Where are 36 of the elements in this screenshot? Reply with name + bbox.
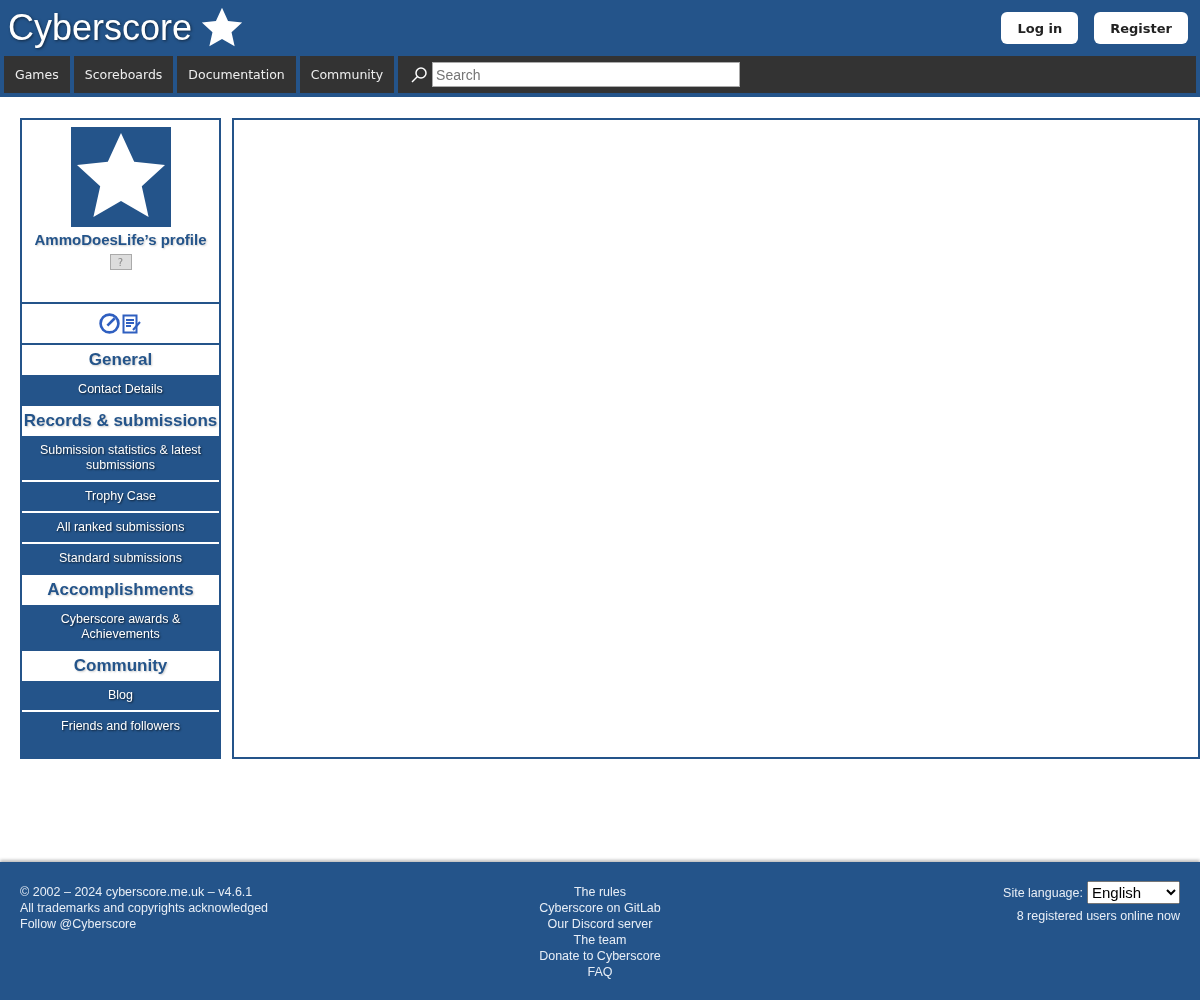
footer-link[interactable]: Our Discord server xyxy=(547,916,653,932)
sidebar-link[interactable]: Trophy Case xyxy=(22,482,219,513)
nav-item[interactable]: Scoreboards xyxy=(73,56,174,93)
sidebar-link[interactable]: Cyberscore awards & Achievements xyxy=(22,605,219,649)
search-field[interactable]: Search xyxy=(432,62,741,87)
footer-link[interactable]: Donate to Cyberscore xyxy=(539,948,661,964)
gauge-icon[interactable] xyxy=(99,313,120,334)
site-logo[interactable]: Cyberscore xyxy=(8,7,193,49)
nav-item[interactable]: Community xyxy=(299,56,395,93)
sidebar-link[interactable]: Friends and followers xyxy=(22,712,219,741)
footer-text: All trademarks and copyrights acknowledged xyxy=(20,900,269,916)
language-label: Site language: xyxy=(1003,884,1083,901)
footer-link[interactable]: Cyberscore on GitLab xyxy=(539,900,661,916)
sidebar-link[interactable]: All ranked submissions xyxy=(22,513,219,544)
sidebar-link[interactable]: Blog xyxy=(22,681,219,712)
section-heading: Records & submissions xyxy=(22,406,219,436)
footer-link[interactable]: FAQ xyxy=(587,964,613,980)
nav-item[interactable]: Games xyxy=(4,56,70,93)
language-select[interactable]: English xyxy=(1087,881,1180,904)
footer-text: © 2002 – 2024 cyberscore.me.uk – v4.6.1 xyxy=(20,884,253,900)
section-heading: Accomplishments xyxy=(22,575,219,605)
sidebar-link[interactable]: Contact Details xyxy=(22,375,219,404)
footer-link[interactable]: The team xyxy=(573,932,627,948)
footer-text: Follow @Cyberscore xyxy=(20,916,137,932)
profile-title: AmmoDoesLife’s profile xyxy=(34,232,207,248)
sidebar-link[interactable]: Submission statistics & latest submissions xyxy=(22,436,219,482)
header-button[interactable]: Log in xyxy=(1001,12,1079,44)
section-heading: General xyxy=(22,345,219,375)
section-heading: Community xyxy=(22,651,219,681)
search-icon xyxy=(410,65,429,84)
online-count: 8 registered users online now xyxy=(1016,908,1180,924)
header-button[interactable]: Register xyxy=(1094,12,1188,44)
nav-item[interactable]: Documentation xyxy=(177,56,296,93)
sidebar-link[interactable]: Standard submissions xyxy=(22,544,219,573)
footer-link[interactable]: The rules xyxy=(573,884,627,900)
document-edit-icon[interactable] xyxy=(122,313,142,334)
